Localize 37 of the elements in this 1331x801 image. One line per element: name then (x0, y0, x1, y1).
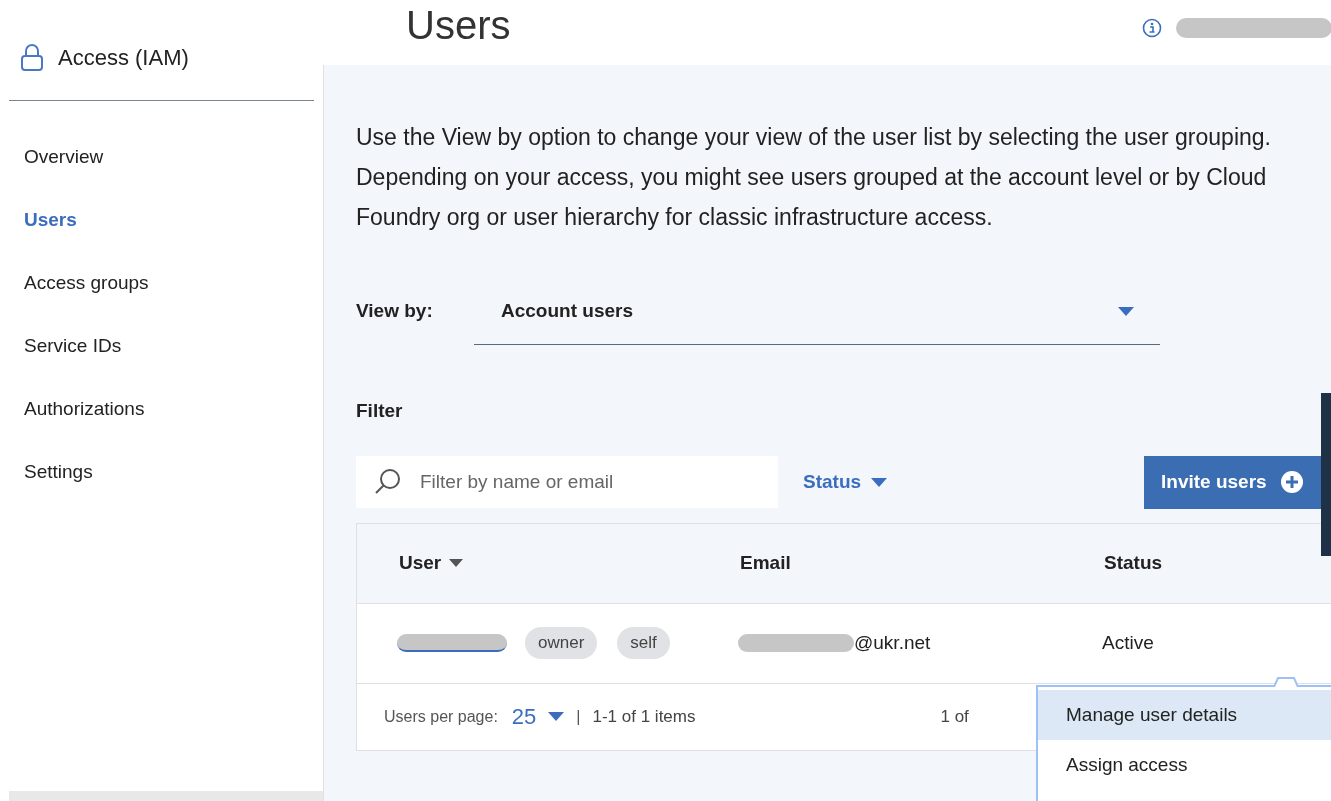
per-page-dropdown[interactable]: 25 (511, 700, 565, 733)
status-filter-button[interactable]: Status (803, 467, 888, 497)
column-header: Status (1104, 550, 1163, 575)
menu-item[interactable]: Manage user details (1038, 690, 1331, 740)
description: Use the View by option to change your view of the user list by selecting the user grouping. Depending on your access, you might see users grouped at the account level or by Cloud Foundry org or user hierarchy for classic infrastructure access. (356, 123, 1272, 232)
sidebar-item[interactable]: Authorizations (24, 389, 145, 428)
caret-icon (871, 477, 888, 487)
add-icon (1280, 471, 1303, 493)
sidebar-item[interactable]: Access groups (24, 263, 149, 302)
status-text: Active (1102, 630, 1154, 655)
sidebar-item[interactable]: Settings (24, 452, 93, 491)
caret-icon (548, 712, 565, 721)
search-field[interactable]: Filter by name or email (420, 467, 760, 497)
view-by-dropdown[interactable]: Account users (474, 277, 1160, 345)
item-range: 1-1 of 1 items (592, 705, 696, 728)
per-page-label: Users per page: (384, 706, 498, 727)
caret-icon (1118, 306, 1134, 316)
email-text: @ukr.net (854, 630, 931, 655)
search-box[interactable]: Filter by name or email (356, 456, 778, 508)
sidebar-title: Access (IAM) (58, 44, 189, 72)
filter-label: Filter (356, 399, 404, 423)
redacted-user-name[interactable] (397, 634, 507, 652)
role-tag: owner (525, 627, 598, 659)
page-indicator: 1 of (940, 705, 969, 728)
sidebar-item[interactable]: Overview (24, 137, 104, 176)
lock-icon (20, 43, 44, 72)
separator: | (576, 706, 581, 727)
role-tag: self (617, 627, 670, 659)
sidebar-item[interactable]: Users (24, 200, 77, 239)
info-icon[interactable] (1142, 18, 1162, 38)
column-header[interactable]: User (399, 548, 442, 578)
invite-users-button[interactable]: Invite users (1144, 455, 1321, 509)
page-title: Users (406, 2, 511, 49)
sort-icon[interactable] (449, 559, 464, 567)
sidebar-item[interactable]: Service IDs (24, 326, 122, 365)
view-by-label: View by: (356, 298, 434, 323)
column-header: Email (740, 550, 791, 575)
